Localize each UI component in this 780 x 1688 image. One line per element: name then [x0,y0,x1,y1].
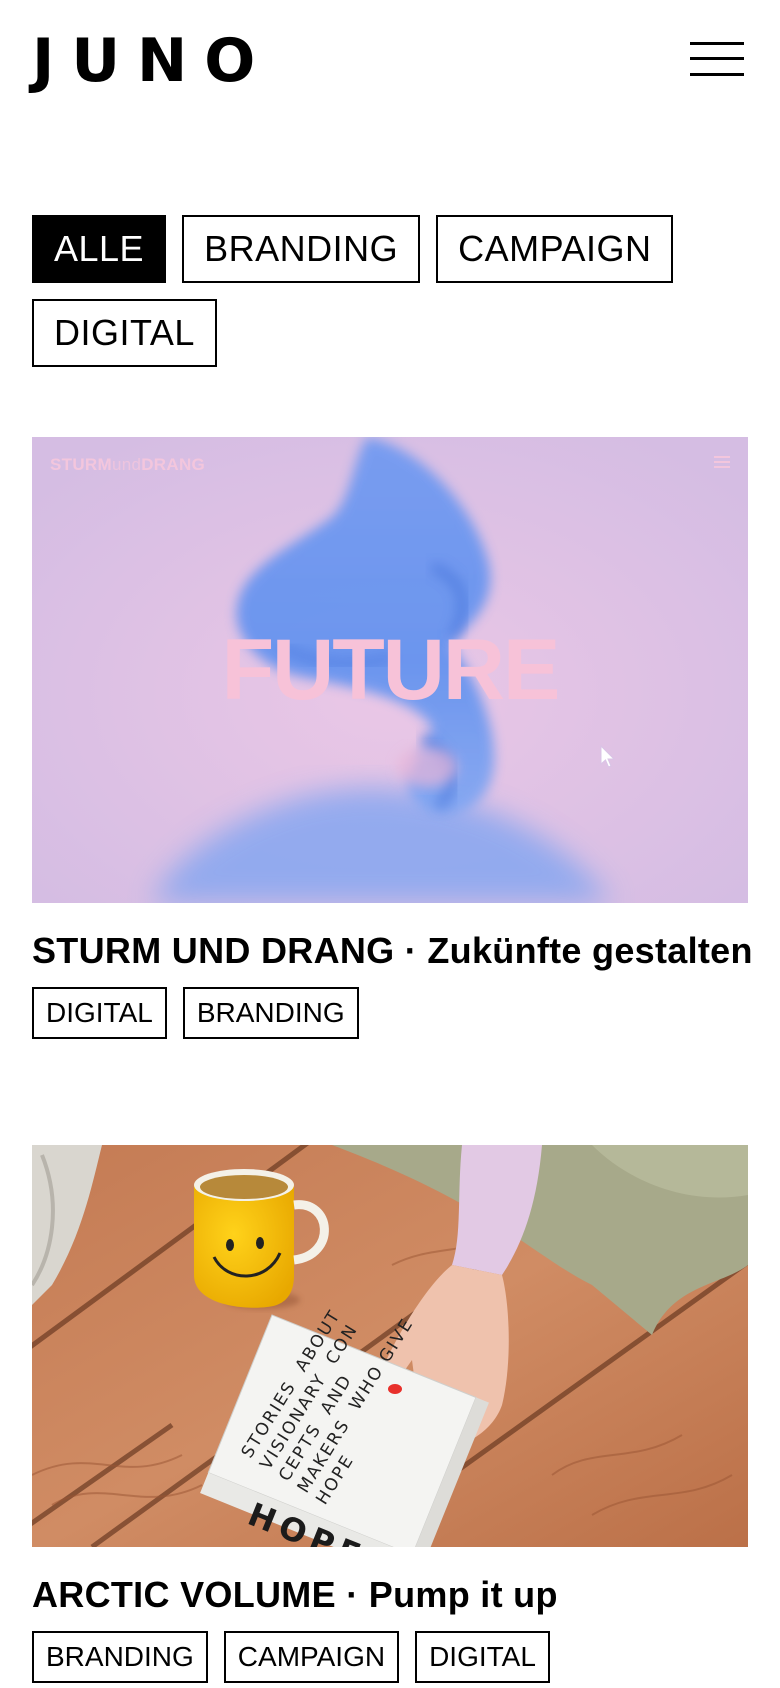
project-card-sturm-und-drang: STURMundDRANG FUTURE STURM UND DRANG · Z… [32,437,753,1039]
sturm-und-drang-logo: STURMundDRANG [50,455,205,475]
project-tags: DIGITAL BRANDING [32,987,748,1039]
juno-logo[interactable]: JUNO [32,26,272,96]
site-header: JUNO [0,0,780,120]
page: JUNO ALLE BRANDING CAMPAIGN DIGITAL STUR… [0,0,780,1688]
filter-alle-button[interactable]: ALLE [32,215,167,283]
logo-left-text: STURM [50,455,112,474]
tag-digital[interactable]: DIGITAL [32,987,167,1039]
project-thumbnail[interactable]: STORIES ABOUT VISIONARY CON CEPTS AND MA… [32,1145,748,1547]
hamburger-menu-icon[interactable] [690,40,744,80]
future-headline: FUTURE [221,622,561,718]
project-tags: BRANDING CAMPAIGN DIGITAL [32,1631,748,1683]
project-thumbnail[interactable]: STURMundDRANG FUTURE [32,437,748,903]
tag-campaign[interactable]: CAMPAIGN [223,1631,400,1683]
thumbnail-menu-icon [714,455,730,469]
project-card-arctic-volume: STORIES ABOUT VISIONARY CON CEPTS AND MA… [32,1145,748,1683]
category-filters: ALLE BRANDING CAMPAIGN DIGITAL [32,215,748,367]
menu-line [690,42,744,45]
menu-line [690,73,744,76]
filter-campaign-button[interactable]: CAMPAIGN [436,215,674,283]
filter-digital-button[interactable]: DIGITAL [32,299,217,367]
tag-digital[interactable]: DIGITAL [415,1631,550,1683]
logo-right-text: DRANG [141,455,206,474]
tag-branding[interactable]: BRANDING [32,1631,208,1683]
tag-branding[interactable]: BRANDING [182,987,359,1039]
mouse-cursor-icon [600,745,616,768]
project-title[interactable]: ARCTIC VOLUME · Pump it up [32,1573,748,1617]
logo-mid-text: und [111,455,142,474]
filter-branding-button[interactable]: BRANDING [182,215,421,283]
project-title[interactable]: STURM UND DRANG · Zukünfte gestalten [32,929,753,973]
menu-line [690,57,744,60]
